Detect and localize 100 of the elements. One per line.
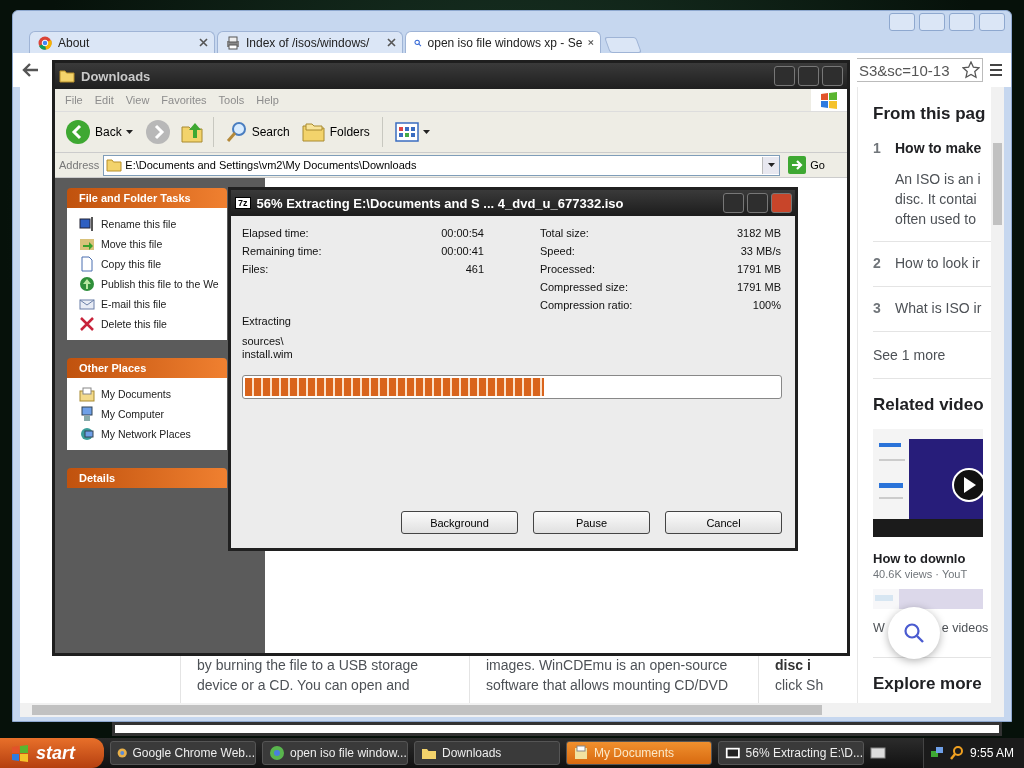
snippet-text: disc i bbox=[775, 656, 812, 675]
documents-icon bbox=[79, 386, 95, 402]
stat-label: Elapsed time: bbox=[242, 227, 309, 239]
snippet-text: images. WinCDEmu is an open-source bbox=[486, 656, 729, 675]
star-icon[interactable] bbox=[962, 61, 980, 79]
stat-value: 1791 MB bbox=[736, 263, 781, 275]
stat-label: Compressed size: bbox=[540, 281, 629, 293]
close-button[interactable] bbox=[822, 66, 843, 86]
folders-button[interactable]: Folders bbox=[297, 120, 374, 144]
maximize-button[interactable] bbox=[747, 193, 768, 213]
go-button[interactable]: Go bbox=[784, 156, 847, 174]
grid-icon bbox=[394, 122, 419, 142]
stat-value: 1791 MB bbox=[736, 281, 781, 293]
task-link[interactable]: My Network Places bbox=[79, 426, 227, 442]
maximize-button[interactable] bbox=[798, 66, 819, 86]
stat-label: Speed: bbox=[540, 245, 575, 257]
close-button[interactable] bbox=[979, 13, 1005, 31]
browser-icon bbox=[269, 745, 285, 761]
envelope-icon bbox=[79, 296, 95, 312]
search-icon[interactable] bbox=[949, 746, 964, 760]
profile-button[interactable] bbox=[889, 13, 915, 31]
back-icon[interactable] bbox=[21, 62, 39, 78]
videos-link[interactable]: e videos bbox=[941, 619, 989, 637]
back-button[interactable]: Back bbox=[61, 117, 137, 147]
task-link[interactable]: My Documents bbox=[79, 386, 227, 402]
snippet-text: by burning the file to a USB storage bbox=[197, 656, 420, 675]
stat-label: Compression ratio: bbox=[540, 299, 633, 311]
taskbar-item[interactable]: Google Chrome Web... bbox=[110, 741, 256, 765]
window-title: Downloads bbox=[81, 68, 151, 84]
snippet-text: click Sh bbox=[775, 676, 825, 695]
caret-icon[interactable] bbox=[767, 163, 775, 167]
browser-icon bbox=[38, 35, 52, 50]
browser-tab[interactable]: Index of /isos/windows/ bbox=[217, 31, 403, 53]
close-icon[interactable] bbox=[387, 38, 396, 47]
browser-tab[interactable]: open iso file windows xp - Se bbox=[405, 31, 601, 53]
snippet-text: device or a CD. You can open and bbox=[197, 676, 411, 695]
network-icon bbox=[79, 426, 95, 442]
new-tab-button[interactable] bbox=[604, 37, 642, 53]
scrollbar[interactable] bbox=[20, 703, 1004, 717]
documents-icon bbox=[573, 745, 589, 761]
restore-button[interactable] bbox=[949, 13, 975, 31]
task-link[interactable]: Publish this file to the We bbox=[79, 276, 227, 292]
video-title[interactable]: How to downlo bbox=[873, 551, 991, 567]
close-icon[interactable] bbox=[199, 38, 208, 47]
stat-value: 461 bbox=[465, 263, 484, 275]
menu-icon[interactable] bbox=[989, 63, 1003, 77]
task-link[interactable]: My Computer bbox=[79, 406, 227, 422]
clock: 9:55 AM bbox=[969, 746, 1014, 760]
globe-icon bbox=[79, 276, 95, 292]
stat-value: 33 MB/s bbox=[740, 245, 781, 257]
section-heading: Related video bbox=[873, 394, 985, 416]
scrollbar[interactable] bbox=[991, 87, 1004, 703]
dialog-button[interactable]: Pause bbox=[533, 511, 650, 534]
stat-label: Remaining time: bbox=[242, 245, 322, 257]
stat-label: Total size: bbox=[540, 227, 589, 239]
address-field[interactable]: S3&sc=10-13 bbox=[857, 58, 983, 82]
folder-icon bbox=[301, 122, 326, 142]
network-icon[interactable] bbox=[929, 746, 944, 760]
stat-value: 00:00:54 bbox=[441, 227, 484, 239]
taskbar-item[interactable]: 56% Extracting E:\D... bbox=[718, 741, 864, 765]
file-path: install.wim bbox=[242, 348, 294, 361]
address-label: Address bbox=[59, 159, 100, 171]
start-button[interactable]: start bbox=[0, 738, 104, 768]
stat-value: 100% bbox=[752, 299, 781, 311]
address-field[interactable]: E:\Documents and Settings\vm2\My Documents\Downloads bbox=[103, 154, 781, 176]
stat-value: 3182 MB bbox=[736, 227, 781, 239]
status-text: Extracting bbox=[242, 315, 292, 327]
back-icon bbox=[65, 119, 91, 145]
app-icon: 7z bbox=[235, 197, 251, 209]
forward-icon bbox=[144, 119, 171, 145]
move-icon bbox=[79, 236, 95, 252]
minimize-button[interactable] bbox=[774, 66, 795, 86]
search-button[interactable] bbox=[888, 607, 940, 659]
dialog-title: 56% Extracting E:\Documents and S ... 4_dvd_u_677332.iso bbox=[256, 195, 624, 211]
browser-tab[interactable]: About bbox=[29, 31, 215, 53]
task-link[interactable]: Delete this file bbox=[79, 316, 227, 332]
taskbar-item[interactable]: open iso file window... bbox=[262, 741, 408, 765]
minimize-button[interactable] bbox=[723, 193, 744, 213]
panel-header[interactable]: Details bbox=[67, 468, 227, 488]
dialog-button[interactable]: Cancel bbox=[665, 511, 782, 534]
search-button[interactable]: Search bbox=[221, 119, 294, 145]
dialog-button[interactable]: Background bbox=[401, 511, 518, 534]
task-link[interactable]: Copy this file bbox=[79, 256, 227, 272]
close-icon[interactable] bbox=[588, 38, 594, 47]
section-heading: From this pag bbox=[873, 103, 987, 125]
caret-icon[interactable] bbox=[125, 130, 133, 134]
delete-icon bbox=[79, 316, 95, 332]
panel-header[interactable]: File and Folder Tasks bbox=[67, 188, 227, 208]
taskbar-item[interactable]: Downloads bbox=[414, 741, 560, 765]
caret-icon[interactable] bbox=[422, 130, 430, 134]
windows-logo-icon bbox=[10, 744, 30, 762]
task-link[interactable]: E-mail this file bbox=[79, 296, 227, 312]
close-button[interactable] bbox=[771, 193, 792, 213]
task-link[interactable]: Rename this file bbox=[79, 216, 227, 232]
folder-icon bbox=[59, 69, 75, 83]
task-link[interactable]: Move this file bbox=[79, 236, 227, 252]
videos-link[interactable]: W bbox=[873, 619, 885, 637]
panel-header[interactable]: Other Places bbox=[67, 358, 227, 378]
printer-icon bbox=[226, 35, 240, 50]
minimize-button[interactable] bbox=[919, 13, 945, 31]
